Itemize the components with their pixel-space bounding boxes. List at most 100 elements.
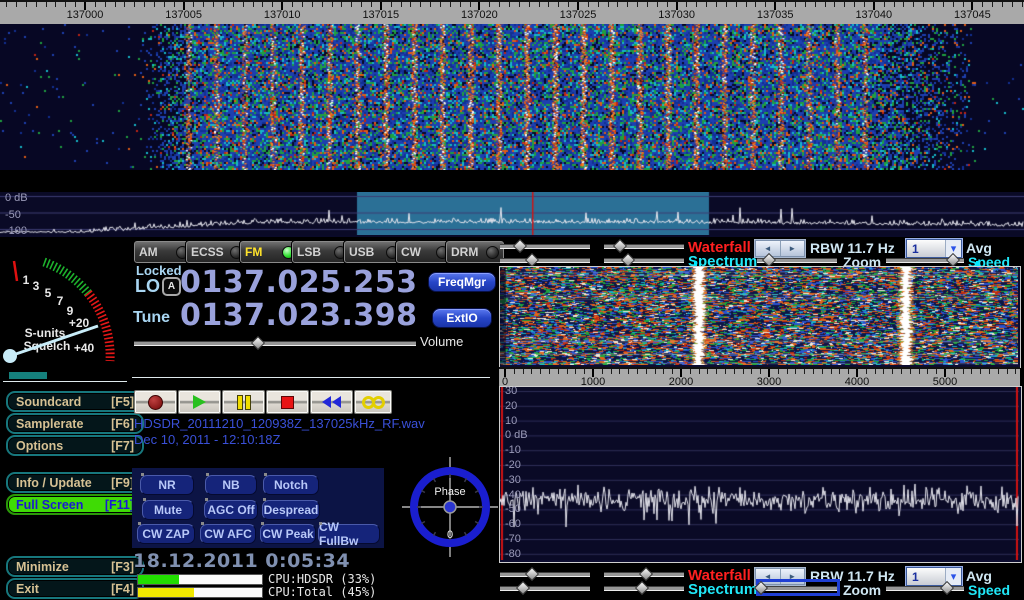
extio-button[interactable]: ExtIO <box>432 308 492 328</box>
button-label: Soundcard <box>16 395 81 409</box>
phase-dial[interactable]: Phase 0 <box>402 457 498 557</box>
ruler-label: 137005 <box>165 9 202 21</box>
s-meter[interactable]: 1 3 5 7 9 +20 +40 S-units Squelch <box>2 240 128 380</box>
speed-slider[interactable] <box>886 254 964 265</box>
ruler-tick <box>514 369 515 374</box>
ruler-tick <box>262 2 263 7</box>
ruler-tick <box>401 2 402 7</box>
slider-thumb[interactable] <box>251 336 265 350</box>
mode-label: AM <box>139 245 158 259</box>
af-spectrum-panel: 3020100 dB-10-20-30-40-50-60-70-80 <box>499 386 1022 563</box>
af-frequency-ruler[interactable]: 010002000300040005000 <box>499 367 1020 387</box>
record-button[interactable] <box>134 390 177 414</box>
ruler-tick <box>351 2 352 7</box>
hdsdr-window: 1370001370051370101370151370201370251370… <box>0 0 1024 600</box>
soundcard-button[interactable]: Soundcard [F5] <box>6 391 144 412</box>
ruler-tick <box>115 2 116 7</box>
mode-button-drm[interactable]: DRM <box>445 240 505 264</box>
ruler-tick <box>875 369 876 374</box>
contrast-slider-2[interactable] <box>500 568 590 579</box>
ruler-tick <box>805 2 806 7</box>
zoom-slider[interactable] <box>757 254 837 265</box>
options-button[interactable]: Options [F7] <box>6 435 144 456</box>
ruler-tick <box>509 2 510 7</box>
main-waterfall-display[interactable] <box>0 0 1024 170</box>
ruler-tick <box>760 369 761 374</box>
minimize-button[interactable]: Minimize [F3] <box>6 556 144 577</box>
agc-off-button[interactable]: AGC Off <box>204 500 258 520</box>
despread-button[interactable]: Despread <box>262 500 320 520</box>
ruler-tick <box>617 2 618 7</box>
ruler-tick <box>540 369 541 374</box>
info-update-button[interactable]: Info / Update [F9] <box>6 472 144 493</box>
ruler-tick <box>839 369 840 374</box>
play-button[interactable] <box>178 390 221 414</box>
cw-peak-button[interactable]: CW Peak <box>260 524 316 544</box>
af-waterfall-display[interactable] <box>500 267 1018 365</box>
cw-zap-button[interactable]: CW ZAP <box>137 524 195 544</box>
cw-fullbw-button[interactable]: CW FullBw <box>318 524 380 544</box>
ruler-tick <box>223 2 224 7</box>
main-spectrum-display[interactable] <box>0 192 1024 235</box>
fullscreen-button[interactable]: Full Screen [F11] <box>6 494 144 515</box>
button-hotkey: [F4] <box>111 582 134 596</box>
mute-button[interactable]: Mute <box>142 500 194 520</box>
ruler-tick <box>980 369 981 374</box>
ruler-tick <box>726 2 727 7</box>
main-frequency-ruler[interactable]: 1370001370051370101370151370201370251370… <box>0 0 1024 24</box>
brightness-slider-2[interactable] <box>604 568 684 579</box>
dial-tick <box>421 491 424 493</box>
spectrum-contrast-slider-2[interactable] <box>500 582 590 593</box>
squelch-level-bar[interactable] <box>9 372 47 379</box>
af-spectrum-display[interactable] <box>500 387 1019 560</box>
brightness-slider[interactable] <box>604 240 684 251</box>
loop-icon <box>372 396 385 409</box>
ruler-tick <box>460 2 461 7</box>
ruler-tick <box>815 2 816 7</box>
loop-button[interactable] <box>354 390 392 414</box>
cpu-hdsdr-fill <box>138 575 179 584</box>
freqmgr-button[interactable]: FreqMgr <box>428 272 496 292</box>
cw-afc-button[interactable]: CW AFC <box>200 524 256 544</box>
ruler-tick <box>866 369 867 374</box>
ruler-tick <box>736 2 737 7</box>
spectrum-offset-slider[interactable] <box>604 254 684 265</box>
lo-lock-badge[interactable]: A <box>162 277 181 296</box>
tune-frequency-display[interactable]: 0137.023.398 <box>180 301 418 331</box>
ruler-tick <box>923 2 924 7</box>
cpu-total-fill <box>138 588 194 597</box>
button-hotkey: [F11] <box>105 498 134 512</box>
cpu-total-bar <box>137 587 263 598</box>
rewind-button[interactable] <box>310 390 353 414</box>
slider-track[interactable] <box>134 341 416 346</box>
ruler-tick <box>785 2 786 7</box>
mode-label: FM <box>245 245 262 259</box>
ruler-tick <box>707 369 708 374</box>
ruler-tick <box>910 369 911 374</box>
zoom-slider-2[interactable] <box>759 582 837 593</box>
ruler-tick <box>854 2 855 7</box>
ruler-tick <box>253 2 254 7</box>
spectrum-contrast-slider[interactable] <box>500 254 590 265</box>
ruler-tick <box>992 2 993 7</box>
recording-filename: HDSDR_20111210_120938Z_137025kHz_RF.wav <box>134 416 425 431</box>
nb-button[interactable]: NB <box>205 475 257 495</box>
ruler-tick <box>822 369 823 374</box>
ruler-tick <box>598 2 599 7</box>
ruler-tick <box>391 2 392 7</box>
pause-button[interactable] <box>222 390 265 414</box>
ruler-tick <box>575 369 576 374</box>
nr-button[interactable]: NR <box>140 475 194 495</box>
lo-frequency-display[interactable]: 0137.025.253 <box>180 268 418 298</box>
notch-button[interactable]: Notch <box>263 475 319 495</box>
samplerate-button[interactable]: Samplerate [F6] <box>6 413 144 434</box>
ruler-tick <box>243 2 244 7</box>
speed-slider-2[interactable] <box>886 582 964 593</box>
spectrum-offset-slider-2[interactable] <box>604 582 684 593</box>
ruler-tick <box>26 2 27 7</box>
ruler-tick <box>1015 369 1016 374</box>
volume-slider[interactable] <box>134 337 416 348</box>
contrast-slider[interactable] <box>500 240 590 251</box>
exit-button[interactable]: Exit [F4] <box>6 578 144 599</box>
stop-button[interactable] <box>266 390 309 414</box>
